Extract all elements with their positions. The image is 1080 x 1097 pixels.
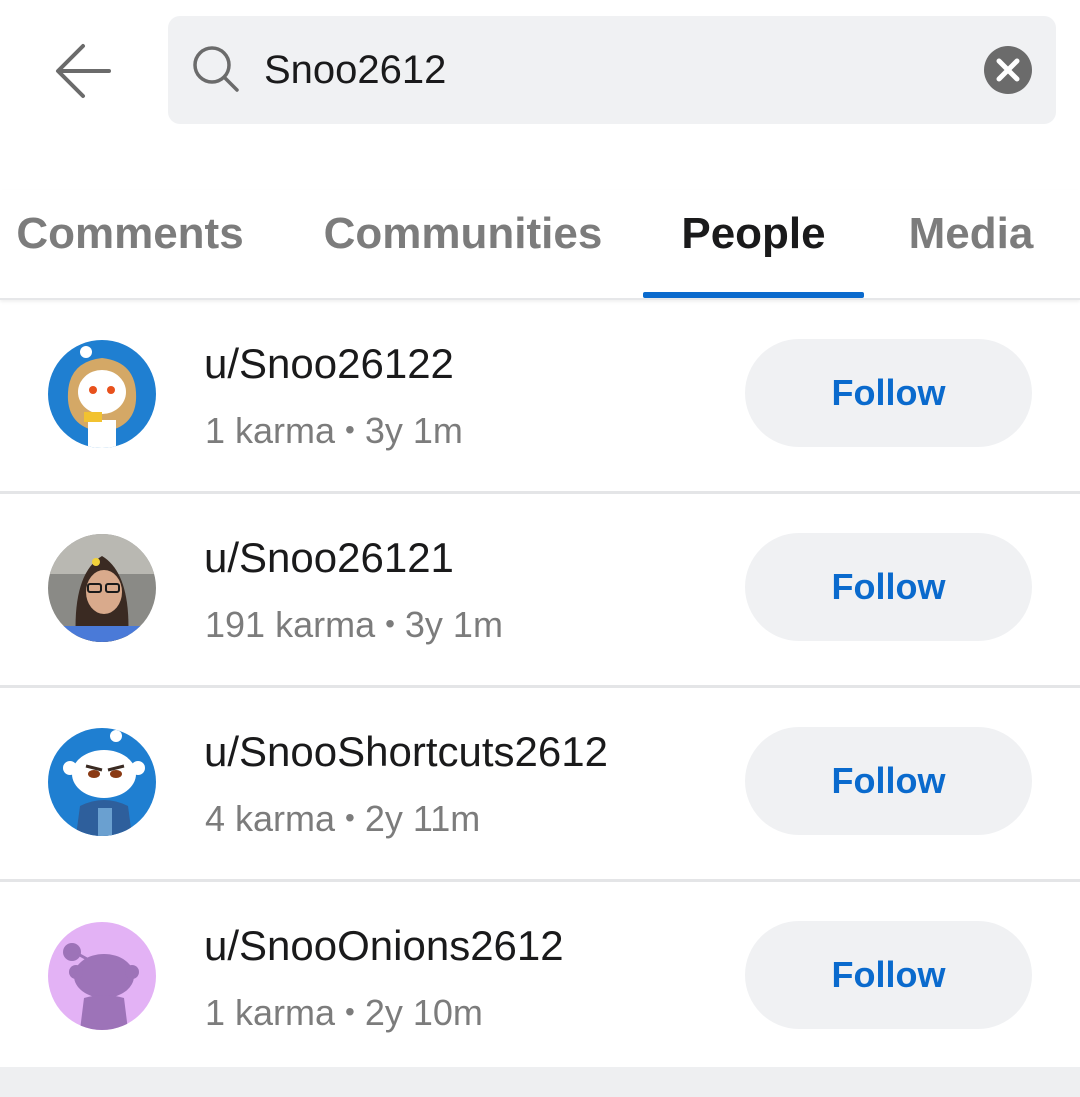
people-results-list: u/Snoo26122 1 karma • 3y 1m Follow u/Snoo2… bbox=[0, 300, 1080, 1076]
user-meta: 191 karma • 3y 1m bbox=[205, 604, 503, 646]
karma-count: 4 karma bbox=[205, 798, 336, 839]
account-age: 3y 1m bbox=[404, 604, 503, 645]
user-meta: 1 karma • 2y 10m bbox=[205, 992, 483, 1034]
search-bar bbox=[168, 16, 1056, 124]
search-header bbox=[0, 0, 1080, 140]
follow-button[interactable]: Follow bbox=[745, 339, 1032, 447]
avatar[interactable] bbox=[48, 534, 156, 642]
follow-button[interactable]: Follow bbox=[745, 727, 1032, 835]
user-meta: 4 karma • 2y 11m bbox=[205, 798, 480, 840]
avatar[interactable] bbox=[48, 728, 156, 836]
search-icon bbox=[193, 46, 239, 92]
separator-dot: • bbox=[385, 608, 395, 639]
karma-count: 1 karma bbox=[205, 992, 336, 1033]
snoo-hooded-avatar-icon bbox=[48, 340, 156, 448]
separator-dot: • bbox=[345, 414, 355, 445]
user-meta: 1 karma • 3y 1m bbox=[205, 410, 463, 452]
photo-avatar-icon bbox=[48, 534, 156, 642]
search-tabs: Comments Communities People Media bbox=[0, 190, 1080, 300]
list-footer-divider bbox=[0, 1067, 1080, 1097]
search-input[interactable] bbox=[264, 40, 964, 100]
tab-people[interactable]: People bbox=[643, 190, 864, 298]
follow-button[interactable]: Follow bbox=[745, 533, 1032, 641]
username[interactable]: u/Snoo26122 bbox=[204, 340, 454, 388]
separator-dot: • bbox=[345, 996, 355, 1027]
list-item[interactable]: u/SnooOnions2612 1 karma • 2y 10m Follow bbox=[0, 882, 1080, 1076]
avatar[interactable] bbox=[48, 340, 156, 448]
snoo-jacket-avatar-icon bbox=[48, 728, 156, 836]
karma-count: 191 karma bbox=[205, 604, 376, 645]
separator-dot: • bbox=[345, 802, 355, 833]
account-age: 3y 1m bbox=[364, 410, 463, 451]
account-age: 2y 10m bbox=[364, 992, 483, 1033]
karma-count: 1 karma bbox=[205, 410, 336, 451]
active-tab-indicator bbox=[643, 292, 864, 298]
tab-comments[interactable]: Comments bbox=[12, 190, 248, 296]
snoo-silhouette-avatar-icon bbox=[48, 922, 156, 1030]
username[interactable]: u/SnooShortcuts2612 bbox=[204, 728, 608, 776]
tab-communities[interactable]: Communities bbox=[318, 190, 608, 296]
list-item[interactable]: u/Snoo26121 191 karma • 3y 1m Follow bbox=[0, 494, 1080, 688]
back-arrow-icon bbox=[56, 44, 111, 98]
account-age: 2y 11m bbox=[364, 798, 481, 839]
username[interactable]: u/SnooOnions2612 bbox=[204, 922, 564, 970]
back-button[interactable] bbox=[48, 38, 118, 102]
tab-media[interactable]: Media bbox=[900, 190, 1042, 296]
list-item[interactable]: u/Snoo26122 1 karma • 3y 1m Follow bbox=[0, 300, 1080, 494]
username[interactable]: u/Snoo26121 bbox=[204, 534, 454, 582]
follow-button[interactable]: Follow bbox=[745, 921, 1032, 1029]
clear-search-icon[interactable] bbox=[984, 46, 1032, 94]
list-item[interactable]: u/SnooShortcuts2612 4 karma • 2y 11m Follo… bbox=[0, 688, 1080, 882]
avatar[interactable] bbox=[48, 922, 156, 1030]
